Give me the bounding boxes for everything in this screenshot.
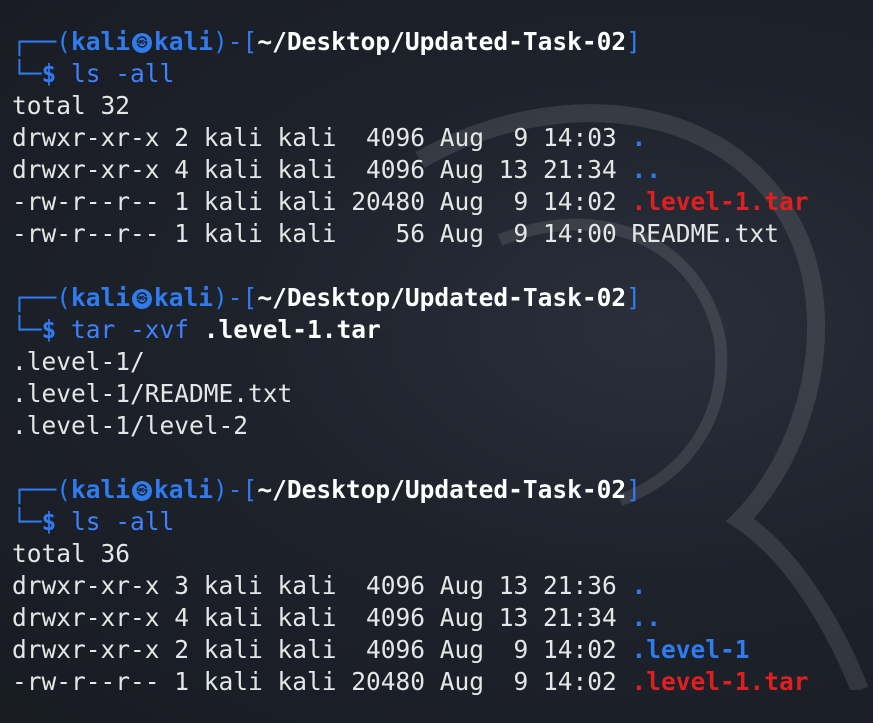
prompt-corner: └─ (12, 59, 42, 88)
prompt-symbol: $ (41, 315, 57, 344)
output-line: -rw-r--r-- 1 kali kali 20480 Aug 9 14:02… (12, 186, 873, 218)
kali-skull-icon: ㉿ (132, 33, 153, 53)
file-name: .level-1.tar (631, 187, 809, 216)
command-line: └─$ ls -all (12, 58, 873, 90)
output-text: drwxr-xr-x 2 kali kali 4096 Aug 9 14:03 (12, 123, 632, 152)
output-line: drwxr-xr-x 2 kali kali 4096 Aug 9 14:02 … (12, 634, 873, 666)
output-line: .level-1/README.txt (12, 378, 873, 410)
kali-skull-icon: ㉿ (132, 289, 153, 309)
output-text: drwxr-xr-x 3 kali kali 4096 Aug 13 21:36 (12, 571, 632, 600)
kali-skull-icon: ㉿ (132, 481, 153, 501)
prompt-symbol: $ (41, 507, 57, 536)
file-name: .. (631, 603, 662, 632)
file-name: . (631, 123, 647, 152)
output-line: .level-1/level-2 (12, 410, 873, 442)
output-text: total 36 (12, 539, 131, 568)
output-line: drwxr-xr-x 2 kali kali 4096 Aug 9 14:03 … (12, 122, 873, 154)
prompt-host: kali (154, 283, 214, 312)
command-argument: .level-1.tar (203, 315, 381, 344)
command-text: tar -xvf (56, 315, 204, 344)
prompt-path: ~/Desktop/Updated-Task-02 (257, 27, 627, 56)
output-line: .level-1/ (12, 346, 873, 378)
prompt-path: ~/Desktop/Updated-Task-02 (257, 475, 627, 504)
file-name: . (631, 571, 647, 600)
prompt-host: kali (154, 475, 214, 504)
prompt-bracket-close: ] (626, 475, 641, 504)
output-line: drwxr-xr-x 3 kali kali 4096 Aug 13 21:36… (12, 570, 873, 602)
prompt-bracket-close: ] (626, 27, 641, 56)
output-line: -rw-r--r-- 1 kali kali 20480 Aug 9 14:02… (12, 666, 873, 698)
terminal-output[interactable]: ┌──(kali ㉿ kali)-[~/Desktop/Updated-Task-0… (12, 26, 873, 698)
output-text: -rw-r--r-- 1 kali kali 56 Aug 9 14:00 (12, 219, 632, 248)
prompt-corner: └─ (12, 315, 42, 344)
prompt-separator: )-[ (213, 283, 258, 312)
file-name: README.txt (631, 219, 780, 248)
prompt-symbol: $ (41, 59, 57, 88)
output-text: drwxr-xr-x 2 kali kali 4096 Aug 9 14:02 (12, 635, 632, 664)
output-line: total 36 (12, 538, 873, 570)
prompt-user: kali (71, 27, 131, 56)
prompt-host: kali (154, 27, 214, 56)
file-name: .level-1.tar (631, 667, 809, 696)
output-text: .level-1/level-2 (12, 411, 249, 440)
output-text: .level-1/ (12, 347, 145, 376)
output-text: .level-1/README.txt (12, 379, 293, 408)
output-text: -rw-r--r-- 1 kali kali 20480 Aug 9 14:02 (12, 667, 632, 696)
output-line: total 32 (12, 90, 873, 122)
output-text: drwxr-xr-x 4 kali kali 4096 Aug 13 21:34 (12, 603, 632, 632)
output-text: drwxr-xr-x 4 kali kali 4096 Aug 13 21:34 (12, 155, 632, 184)
prompt-user: kali (71, 475, 131, 504)
file-name: .level-1 (631, 635, 750, 664)
output-line: -rw-r--r-- 1 kali kali 56 Aug 9 14:00 RE… (12, 218, 873, 250)
output-text: total 32 (12, 91, 131, 120)
command-line: └─$ tar -xvf .level-1.tar (12, 314, 873, 346)
prompt-header: ┌──(kali ㉿ kali)-[~/Desktop/Updated-Task-0… (12, 282, 873, 314)
prompt-separator: )-[ (213, 27, 258, 56)
prompt-path: ~/Desktop/Updated-Task-02 (257, 283, 627, 312)
prompt-corner: └─ (12, 507, 42, 536)
prompt-header: ┌──(kali ㉿ kali)-[~/Desktop/Updated-Task-0… (12, 474, 873, 506)
command-text: ls -all (56, 507, 175, 536)
prompt-user: kali (71, 283, 131, 312)
output-line: drwxr-xr-x 4 kali kali 4096 Aug 13 21:34… (12, 154, 873, 186)
command-line: └─$ ls -all (12, 506, 873, 538)
prompt-separator: )-[ (213, 475, 258, 504)
prompt-bracket-close: ] (626, 283, 641, 312)
prompt-bracket-open: ┌──( (12, 475, 72, 504)
output-text: -rw-r--r-- 1 kali kali 20480 Aug 9 14:02 (12, 187, 632, 216)
command-text: ls -all (56, 59, 175, 88)
prompt-bracket-open: ┌──( (12, 283, 72, 312)
prompt-bracket-open: ┌──( (12, 27, 72, 56)
output-line: drwxr-xr-x 4 kali kali 4096 Aug 13 21:34… (12, 602, 873, 634)
prompt-header: ┌──(kali ㉿ kali)-[~/Desktop/Updated-Task-0… (12, 26, 873, 58)
file-name: .. (631, 155, 662, 184)
